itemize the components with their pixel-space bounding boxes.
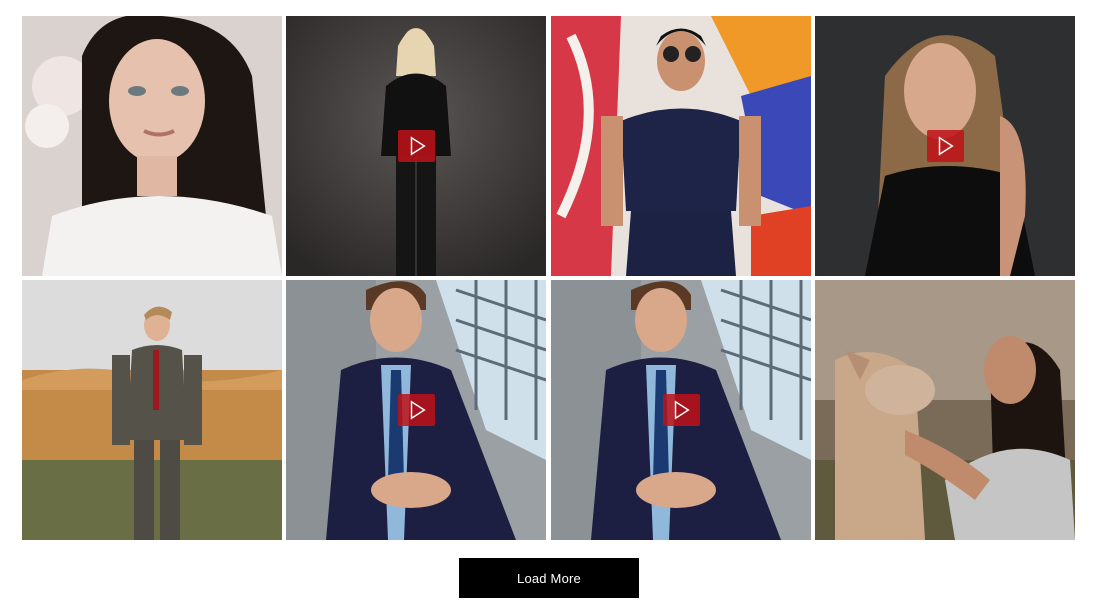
play-button[interactable] (926, 130, 964, 162)
gallery-tile-portrait-woman-dark-hair[interactable] (22, 16, 282, 276)
gallery-tile-woman-with-dog[interactable] (814, 280, 1075, 540)
photo-thumbnail (550, 16, 811, 276)
gallery-tile-man-grey-suit-field[interactable] (22, 280, 282, 540)
play-icon (939, 136, 955, 156)
gallery-tile-woman-sunglasses-graffiti[interactable] (550, 16, 811, 276)
media-gallery-grid (22, 16, 1075, 540)
photo-thumbnail (22, 280, 282, 540)
gallery-tile-video-woman-long-hair[interactable] (814, 16, 1075, 276)
gallery-tile-video-man-navy-suit-2[interactable] (550, 280, 811, 540)
photo-thumbnail (814, 280, 1075, 540)
play-button[interactable] (398, 394, 436, 426)
load-more-button[interactable]: Load More (459, 558, 639, 598)
play-button[interactable] (398, 130, 436, 162)
photo-thumbnail (22, 16, 282, 276)
play-icon (674, 400, 690, 420)
gallery-tile-video-man-navy-suit[interactable] (286, 280, 547, 540)
play-icon (410, 136, 426, 156)
gallery-tile-video-woman-black-suit[interactable] (286, 16, 547, 276)
play-icon (410, 400, 426, 420)
play-button[interactable] (662, 394, 700, 426)
